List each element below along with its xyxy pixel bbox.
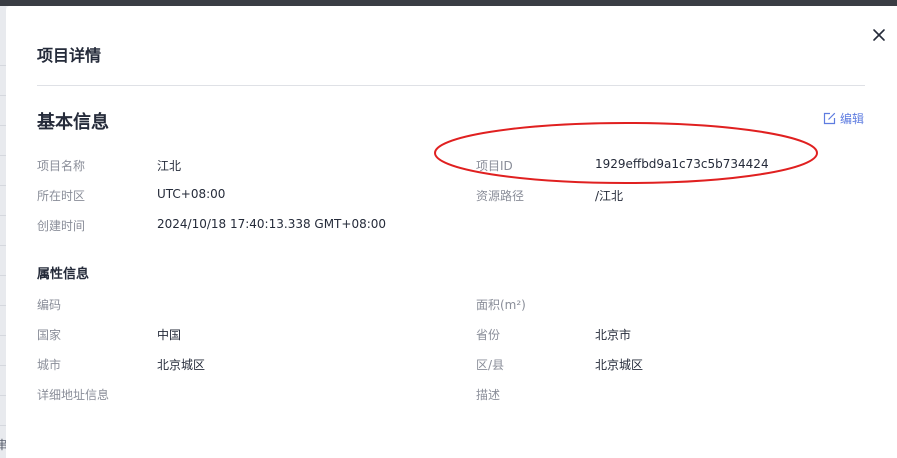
field-value-province: 北京市 [595,328,632,342]
basic-info-title: 基本信息 [37,112,109,133]
field-label-resource-path: 资源路径 [476,189,525,203]
field-value-district: 北京城区 [595,358,644,372]
field-label-project-name: 项目名称 [37,159,86,173]
edit-label: 编辑 [840,112,865,126]
field-value-created-time: 2024/10/18 17:40:13.338 GMT+08:00 [157,217,387,231]
field-label-address: 详细地址信息 [37,388,110,402]
attribute-info-title: 属性信息 [37,267,90,282]
close-button[interactable] [868,24,890,46]
field-label-timezone: 所在时区 [37,189,86,203]
field-value-country: 中国 [157,328,182,342]
field-value-city: 北京城区 [157,358,206,372]
field-value-timezone: UTC+08:00 [157,187,226,201]
close-icon [873,29,885,41]
edit-icon [823,112,836,125]
field-label-district: 区/县 [476,358,505,372]
field-label-project-id: 项目ID [476,159,513,173]
field-label-description: 描述 [476,388,501,402]
field-value-resource-path: /江北 [595,189,624,203]
field-value-project-name: 江北 [157,159,182,173]
field-label-created-time: 创建时间 [37,219,86,233]
project-detail-dialog: 项目详情 基本信息 编辑 项目名称 江北 所在时区 UTC+08:00 创建时间… [6,6,897,458]
field-label-province: 省份 [476,328,501,342]
edit-button[interactable]: 编辑 [823,110,864,127]
dialog-title: 项目详情 [37,46,102,65]
field-label-country: 国家 [37,328,62,342]
field-label-code: 编码 [37,298,62,312]
field-label-area: 面积(m²) [476,298,526,312]
title-divider [37,85,865,86]
field-label-city: 城市 [37,358,62,372]
field-value-project-id: 1929effbd9a1c73c5b734424 [595,157,769,171]
